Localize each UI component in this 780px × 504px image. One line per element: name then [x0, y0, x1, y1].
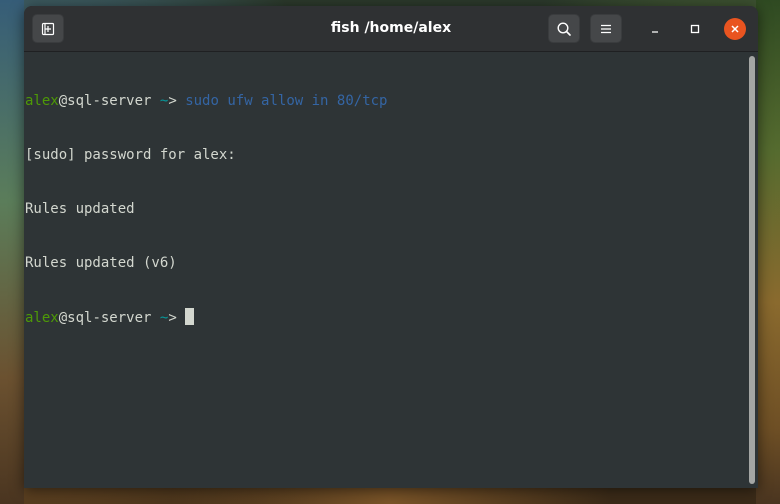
command-text: sudo ufw allow in 80/tcp — [185, 93, 388, 109]
prompt-user: alex — [25, 310, 59, 326]
terminal-line-output: [sudo] password for alex: — [25, 147, 236, 163]
terminal-output-area[interactable]: alex@sql-server ~> sudo ufw allow in 80/… — [24, 52, 746, 488]
search-icon — [557, 21, 571, 36]
prompt-at: @ — [58, 310, 68, 326]
text-cursor — [185, 308, 195, 325]
title-bar[interactable]: fish /home/alex — [24, 6, 758, 52]
search-button[interactable] — [548, 14, 580, 43]
terminal-line-command: alex@sql-server ~> sudo ufw allow in 80/… — [25, 92, 746, 110]
prompt-arrow: > — [168, 310, 186, 326]
prompt-arrow: > — [168, 93, 186, 109]
minimize-icon — [652, 31, 658, 33]
scrollbar-thumb[interactable] — [749, 56, 755, 484]
terminal-line-prompt[interactable]: alex@sql-server ~> — [25, 308, 746, 326]
terminal-window: fish /home/alex alex@sql-server ~> sudo … — [24, 6, 758, 488]
terminal-line-output: Rules updated (v6) — [25, 255, 177, 271]
desktop-wallpaper-right — [756, 0, 780, 504]
hamburger-menu-icon — [601, 24, 611, 33]
maximize-button[interactable] — [684, 18, 706, 40]
prompt-user: alex — [25, 93, 59, 109]
close-icon — [731, 25, 739, 33]
menu-button[interactable] — [590, 14, 622, 43]
desktop-wallpaper-left — [0, 0, 24, 504]
close-button[interactable] — [724, 18, 746, 40]
maximize-icon — [690, 24, 700, 34]
terminal-line-output: Rules updated — [25, 201, 135, 217]
prompt-host: sql-server — [67, 93, 152, 109]
prompt-at: @ — [58, 93, 68, 109]
prompt-host: sql-server — [67, 310, 152, 326]
minimize-button[interactable] — [644, 18, 666, 40]
scrollbar[interactable] — [746, 52, 758, 488]
